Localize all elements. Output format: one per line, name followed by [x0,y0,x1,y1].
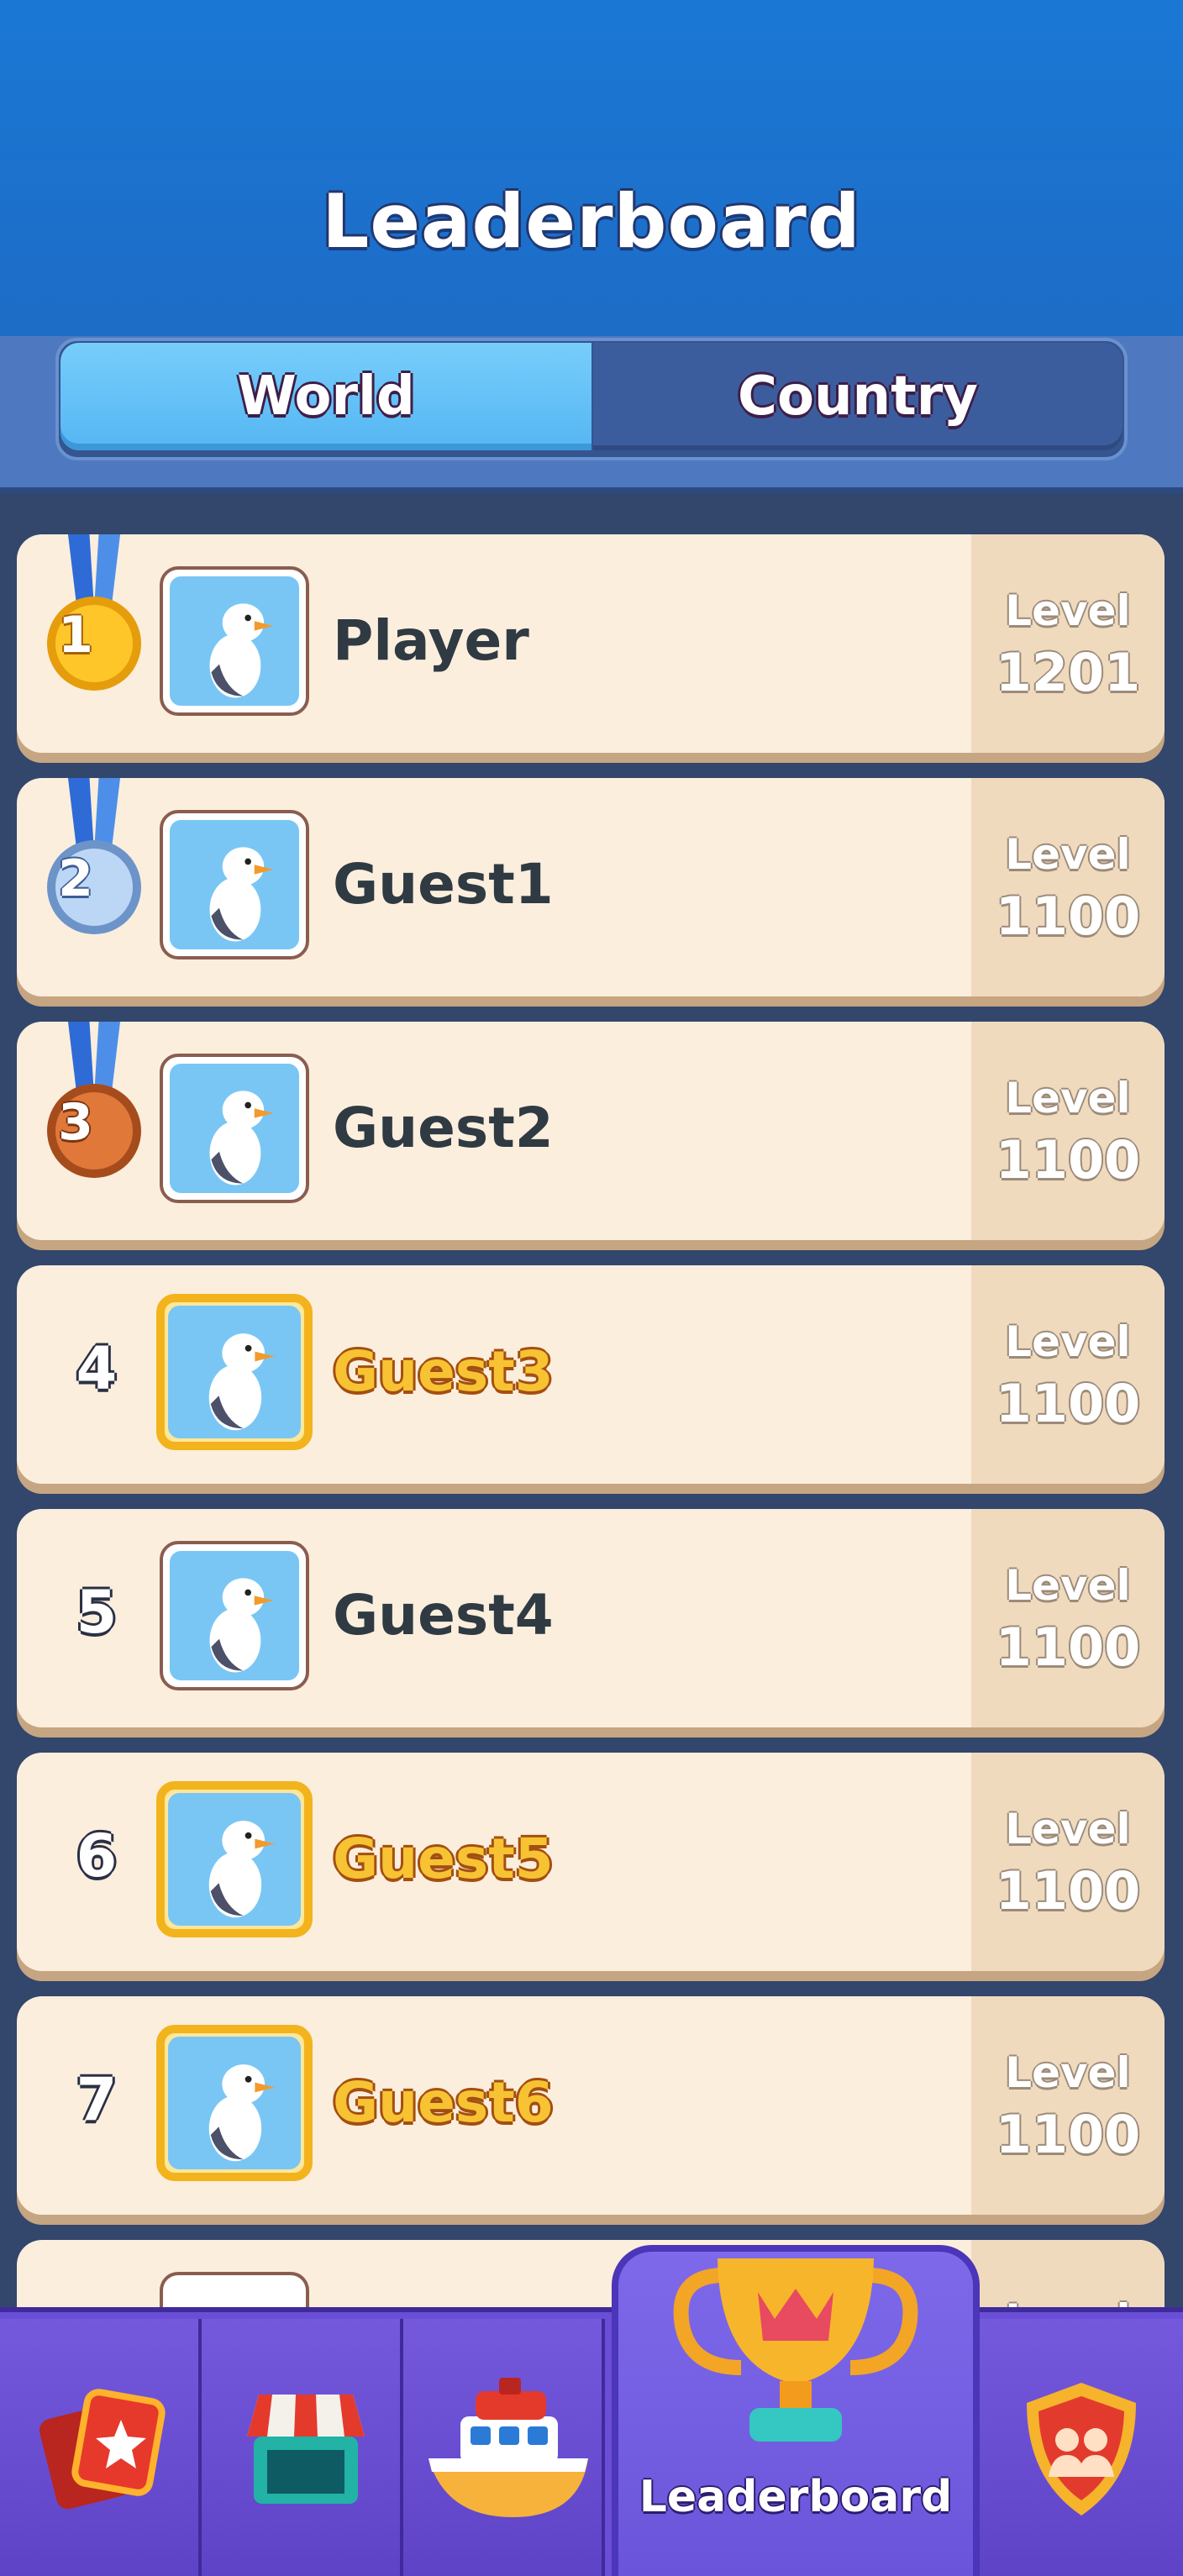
boat-icon [429,2378,588,2517]
tab-country[interactable]: Country [593,343,1123,450]
nav-item-boat[interactable] [403,2319,605,2576]
player-name: Guest5 [333,1827,554,1891]
player-name: Guest1 [333,852,554,917]
nav-label-leaderboard: Leaderboard [639,2472,953,2522]
avatar [160,1541,309,1690]
avatar [160,810,309,959]
header-bar [0,0,1183,336]
player-name: Guest6 [333,2070,554,2135]
level-value: 1100 [995,1373,1141,1434]
nav-item-shop[interactable] [202,2319,403,2576]
seagull-icon [170,820,299,949]
tab-world[interactable]: World [60,343,592,450]
avatar [160,1054,309,1203]
rank-number: 7 [76,2065,118,2134]
leaderboard-row[interactable]: 7 Guest6 Level 1100 [17,1996,1165,2215]
level-value: 1100 [995,886,1141,947]
player-name: Guest4 [333,1583,554,1648]
level-label: Level [1005,1074,1131,1122]
rank-number: 1 [58,606,93,665]
leaderboard-row[interactable]: 4 Guest3 Level 1100 [17,1265,1165,1484]
level-value: 1100 [995,2104,1141,2165]
leaderboard-row[interactable]: 6 Guest5 Level 1100 [17,1753,1165,1971]
rank-number: 5 [76,1578,118,1647]
level-label: Level [1005,586,1131,635]
level-value: 1201 [995,642,1141,703]
rank-number: 3 [58,1093,93,1152]
nav-item-cards[interactable] [0,2319,202,2576]
level-value: 1100 [995,1129,1141,1191]
nav-item-team[interactable] [980,2319,1183,2576]
level-label: Level [1005,1317,1131,1366]
seagull-icon [170,1551,299,1680]
shop-icon [247,2395,365,2504]
leaderboard-row[interactable]: 2 Guest1 Level 1100 [17,778,1165,996]
team-shield-icon [1027,2383,1136,2516]
player-name: Player [333,608,529,673]
level-label: Level [1005,1561,1131,1610]
seagull-icon [170,576,299,706]
cards-icon [39,2389,166,2510]
level-label: Level [1005,830,1131,879]
level-value: 1100 [995,1617,1141,1678]
avatar-gold-frame [156,1294,313,1450]
level-value: 1100 [995,1860,1141,1921]
rank-number: 2 [58,849,93,908]
leaderboard-row[interactable]: 5 Guest4 Level 1100 [17,1509,1165,1727]
page-title: Leaderboard [322,178,861,265]
avatar-gold-frame [156,2025,313,2181]
level-label: Level [1005,2048,1131,2097]
seagull-icon [168,1306,301,1438]
rank-number: 6 [76,1822,118,1890]
seagull-icon [168,1793,301,1926]
rank-number: 4 [76,1334,118,1403]
level-label: Level [1005,1805,1131,1853]
leaderboard-row[interactable]: 1 Player Level 1201 [17,534,1165,753]
leaderboard-row[interactable]: 3 Guest2 Level 1100 [17,1022,1165,1240]
seagull-icon [168,2037,301,2169]
player-name: Guest2 [333,1096,554,1160]
seagull-icon [170,1064,299,1193]
player-name: Guest3 [333,1339,554,1404]
trophy-icon [673,2258,918,2442]
avatar [160,566,309,716]
avatar-gold-frame [156,1781,313,1937]
